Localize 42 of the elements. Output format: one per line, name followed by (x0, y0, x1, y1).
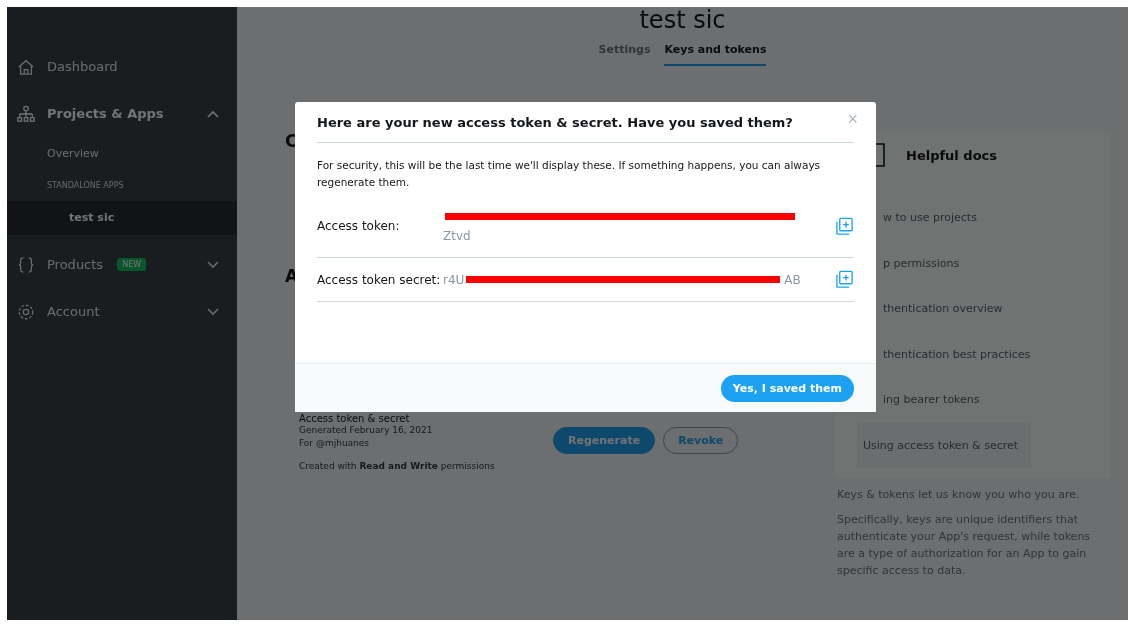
home-icon (17, 57, 35, 76)
sidebar-item[interactable]: Projects & Apps (7, 90, 237, 137)
bracket-icon (876, 143, 885, 167)
tab[interactable]: Settings (598, 43, 651, 66)
copy-icon[interactable] (835, 270, 854, 289)
card-title: Access token & secret (299, 413, 411, 424)
nav-label: Products (47, 257, 104, 272)
chevron-down-icon (207, 307, 219, 316)
copy-icon[interactable] (835, 216, 854, 236)
dialog-description: For security, this will be the last time we'll display these. If something happens, you can always regenerate them. (317, 158, 822, 190)
close-button[interactable]: × (847, 112, 858, 126)
sidebar-subitem[interactable]: Overview (7, 137, 237, 171)
chevron-up-icon (207, 109, 219, 118)
nav-label: Account (47, 304, 100, 319)
chevron-down-icon (207, 260, 219, 269)
info-paragraph: Keys & tokens let us know you who you are. (837, 487, 1081, 503)
sidebar-item[interactable]: Products NEW (7, 241, 237, 288)
nav-label: Dashboard (47, 59, 118, 74)
field-label: Access token: (317, 219, 401, 233)
confirm-button[interactable]: Yes, I saved them (720, 374, 854, 402)
token-value: r4U (443, 272, 465, 287)
owner-handle: For @mjhuanes (299, 437, 371, 450)
new-badge: NEW (117, 258, 147, 271)
sidebar-item[interactable]: Account (7, 288, 237, 335)
braces-icon (17, 255, 35, 274)
regenerate-button[interactable]: Regenerate (553, 427, 656, 454)
sidebar-item[interactable]: Dashboard (7, 43, 237, 90)
hierarchy-icon (17, 104, 35, 123)
section-label: STANDALONE APPS (46, 180, 125, 192)
nav-label: Projects & Apps (47, 106, 164, 121)
dialog-title: Here are your new access token & secret. Have you saved them? (317, 115, 794, 130)
settings-icon (17, 302, 35, 321)
permissions-text: Created with Read and Write permissions (299, 460, 496, 473)
doc-link[interactable]: Using access token & secret (857, 422, 1031, 468)
tab[interactable]: Keys and tokens (664, 43, 767, 66)
token-value: Ztvd (443, 228, 471, 243)
generated-date: Generated February 16, 2021 (299, 424, 434, 437)
page-title: test sic (638, 7, 727, 33)
field-label: Access token secret: (317, 272, 442, 287)
token-value: AB (784, 272, 801, 287)
sidebar-subitem[interactable]: test sic (7, 201, 237, 235)
docs-title: Helpful docs (906, 147, 998, 163)
